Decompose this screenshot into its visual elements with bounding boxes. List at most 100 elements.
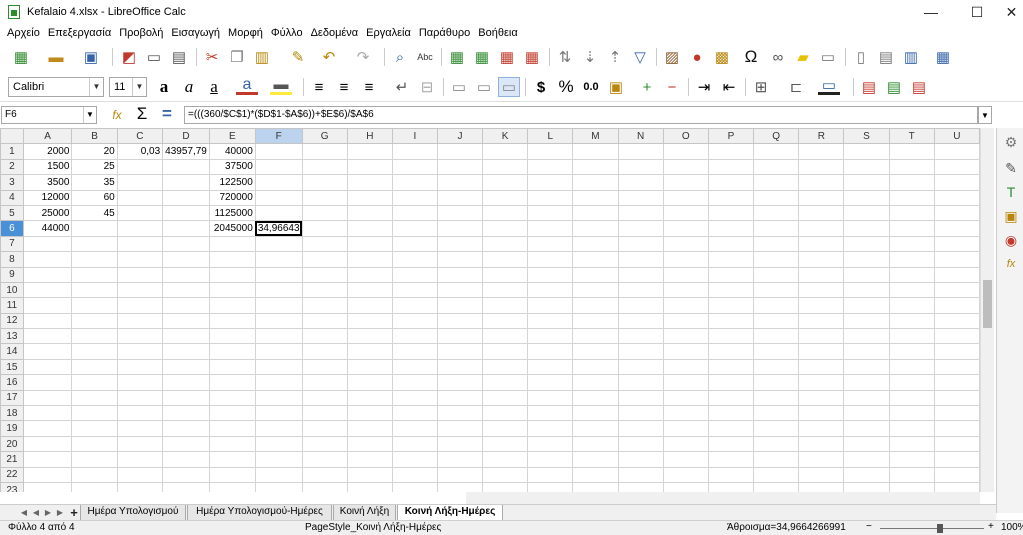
column-header[interactable]: M: [572, 128, 619, 145]
row-header[interactable]: 2: [0, 158, 24, 176]
cell-H15[interactable]: [346, 358, 393, 376]
cell-I6[interactable]: [391, 220, 438, 237]
cell-M23[interactable]: [572, 481, 619, 492]
cell-M5[interactable]: [572, 204, 619, 222]
cell-I1[interactable]: [391, 143, 438, 160]
cell-S5[interactable]: [843, 204, 890, 222]
cell-Q17[interactable]: [753, 389, 800, 407]
cell-B11[interactable]: [71, 297, 118, 314]
cell-E2[interactable]: 37500: [208, 158, 256, 176]
cell-G17[interactable]: [301, 389, 348, 407]
sum-button[interactable]: Σ: [131, 104, 153, 124]
cell-C21[interactable]: [116, 451, 164, 468]
cell-H20[interactable]: [346, 435, 393, 453]
cell-T7[interactable]: [888, 235, 935, 253]
cell-F9[interactable]: [254, 266, 303, 283]
menu-item[interactable]: Προβολή: [115, 27, 167, 39]
column-header[interactable]: C: [116, 128, 164, 145]
cell-L21[interactable]: [527, 451, 574, 468]
cell-S8[interactable]: [843, 251, 890, 268]
row-header[interactable]: 16: [0, 374, 24, 391]
cell-G4[interactable]: [301, 189, 348, 206]
cell-H16[interactable]: [346, 374, 393, 391]
cell-B20[interactable]: [71, 435, 118, 453]
cell-C10[interactable]: [116, 281, 164, 299]
column-header[interactable]: L: [527, 128, 574, 145]
cell-T15[interactable]: [888, 358, 935, 376]
new-document-icon[interactable]: ▦: [10, 47, 32, 67]
cell-I13[interactable]: [391, 328, 438, 345]
cell-C13[interactable]: [116, 328, 164, 345]
cell-A19[interactable]: [22, 420, 73, 437]
cell-E15[interactable]: [208, 358, 256, 376]
cell-J13[interactable]: [436, 328, 484, 345]
cell-P9[interactable]: [707, 266, 755, 283]
cell-P7[interactable]: [707, 235, 755, 253]
cell-Q23[interactable]: [753, 481, 800, 492]
cell-B12[interactable]: [71, 312, 118, 330]
cell-O2[interactable]: [662, 158, 709, 176]
row-header[interactable]: 10: [0, 281, 24, 299]
cell-N21[interactable]: [617, 451, 664, 468]
cell-M2[interactable]: [572, 158, 619, 176]
cell-M8[interactable]: [572, 251, 619, 268]
cell-U4[interactable]: [933, 189, 980, 206]
align-top-icon[interactable]: ▭: [448, 77, 470, 97]
font-name-combo[interactable]: Calibri ▼: [8, 77, 104, 97]
cell-J19[interactable]: [436, 420, 484, 437]
cell-P20[interactable]: [707, 435, 755, 453]
cell-T20[interactable]: [888, 435, 935, 453]
cell-T4[interactable]: [888, 189, 935, 206]
cell-E11[interactable]: [208, 297, 256, 314]
cell-D22[interactable]: [162, 466, 210, 483]
cell-M4[interactable]: [572, 189, 619, 206]
cell-R8[interactable]: [798, 251, 845, 268]
cell-F3[interactable]: [254, 174, 303, 191]
zoom-slider[interactable]: [880, 528, 984, 529]
column-header[interactable]: T: [888, 128, 935, 145]
cell-S11[interactable]: [843, 297, 890, 314]
cell-F10[interactable]: [254, 281, 303, 299]
cell-S14[interactable]: [843, 343, 890, 360]
previous-sheet-icon[interactable]: ◀: [30, 506, 42, 519]
delete-decimal-icon[interactable]: −: [661, 77, 683, 97]
cell-N16[interactable]: [617, 374, 664, 391]
special-character-icon[interactable]: Ω: [740, 47, 762, 67]
cell-C3[interactable]: [116, 174, 164, 191]
cell-B14[interactable]: [71, 343, 118, 360]
cell-B15[interactable]: [71, 358, 118, 376]
cell-R13[interactable]: [798, 328, 845, 345]
cell-E12[interactable]: [208, 312, 256, 330]
cell-T8[interactable]: [888, 251, 935, 268]
cell-H3[interactable]: [346, 174, 393, 191]
cell-K2[interactable]: [482, 158, 529, 176]
cell-S18[interactable]: [843, 405, 890, 422]
delete-row-icon[interactable]: ▦: [496, 47, 518, 67]
cell-H18[interactable]: [346, 405, 393, 422]
cell-H23[interactable]: [346, 481, 393, 492]
undo-icon[interactable]: ↶: [318, 47, 340, 67]
conditional-format-icon[interactable]: ▤: [858, 77, 880, 97]
cell-C9[interactable]: [116, 266, 164, 283]
menu-item[interactable]: Αρχείο: [3, 27, 44, 39]
cell-L13[interactable]: [527, 328, 574, 345]
cell-K23[interactable]: [482, 481, 529, 492]
chevron-down-icon[interactable]: ▼: [83, 107, 96, 123]
cell-G16[interactable]: [301, 374, 348, 391]
column-header[interactable]: P: [707, 128, 755, 145]
cell-A17[interactable]: [22, 389, 73, 407]
cell-I20[interactable]: [391, 435, 438, 453]
row-header[interactable]: 5: [0, 204, 24, 222]
cell-F21[interactable]: [254, 451, 303, 468]
cell-S22[interactable]: [843, 466, 890, 483]
spreadsheet-grid[interactable]: ABCDEFGHIJKLMNOPQRSTU 1 2000 20 0,03 43957,7…: [0, 128, 980, 492]
row-header[interactable]: 13: [0, 328, 24, 345]
cell-D1[interactable]: 43957,79: [162, 143, 210, 160]
bold-icon[interactable]: a: [153, 77, 175, 97]
cell-H1[interactable]: [346, 143, 393, 160]
horizontal-scrollbar[interactable]: [466, 492, 980, 504]
clone-formatting-icon[interactable]: ✎: [287, 47, 309, 67]
row-header[interactable]: 8: [0, 251, 24, 268]
cell-U8[interactable]: [933, 251, 980, 268]
cell-B5[interactable]: 45: [71, 204, 118, 222]
